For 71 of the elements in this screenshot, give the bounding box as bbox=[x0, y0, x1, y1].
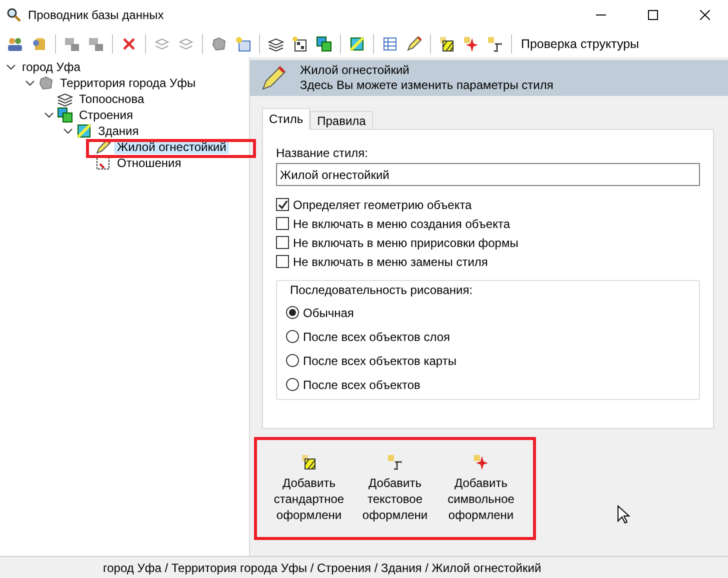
star-icon bbox=[473, 454, 489, 470]
collapse-icon[interactable] bbox=[25, 78, 35, 88]
radio-label: После всех объектов bbox=[303, 378, 420, 392]
layer-icon bbox=[349, 36, 365, 52]
copy-icon bbox=[64, 36, 80, 52]
collapse-icon[interactable] bbox=[63, 126, 73, 136]
window-title: Проводник базы данных bbox=[28, 8, 165, 22]
header-title: Жилой огнестойкий bbox=[300, 63, 410, 78]
status-path: город Уфа / Территория города Уфы / Строения / Здания / Жилой огнестойкий bbox=[103, 560, 542, 574]
text-style-icon bbox=[487, 36, 503, 52]
checkbox[interactable] bbox=[276, 255, 289, 268]
hatch-icon bbox=[301, 454, 317, 470]
radio-button[interactable] bbox=[286, 378, 299, 391]
database-icon bbox=[31, 36, 47, 52]
pencil-icon bbox=[95, 139, 111, 155]
tree-item[interactable]: Отношения bbox=[114, 156, 184, 170]
check-structure-button[interactable]: Проверка структуры bbox=[517, 32, 644, 54]
layer-icon bbox=[76, 123, 92, 139]
radio-label: После всех объектов слоя bbox=[303, 330, 450, 344]
squares-icon bbox=[316, 36, 332, 52]
delete-icon bbox=[121, 36, 137, 52]
checkbox-label: Не включать в меню замены стиля bbox=[293, 254, 488, 268]
layers-icon bbox=[154, 36, 170, 52]
style-name-field[interactable]: Жилой огнестойкий bbox=[276, 163, 700, 186]
radio-button[interactable] bbox=[286, 354, 299, 367]
app-icon bbox=[6, 7, 22, 23]
checkbox[interactable] bbox=[276, 198, 289, 211]
star-icon bbox=[463, 36, 479, 52]
tree-item[interactable]: Строения bbox=[76, 108, 136, 122]
checkbox-label: Не включать в меню создания объекта bbox=[293, 216, 510, 230]
field-label: Название стиля: bbox=[276, 146, 369, 160]
checkbox-label: Определяет геометрию объекта bbox=[293, 198, 472, 212]
pencil-icon bbox=[260, 65, 286, 91]
region-icon bbox=[38, 75, 54, 91]
layers-icon bbox=[178, 36, 194, 52]
shape-icon bbox=[211, 36, 227, 52]
pencil-icon bbox=[406, 36, 422, 52]
group-title: Последовательность рисования: bbox=[290, 283, 474, 297]
add-style-button[interactable]: Добавить стандартное оформлени bbox=[269, 450, 349, 527]
tab[interactable]: Правила bbox=[310, 111, 373, 130]
tree-item[interactable]: Здания bbox=[95, 124, 142, 138]
layers-icon bbox=[268, 36, 284, 52]
tree-item[interactable]: город Уфа bbox=[19, 60, 84, 74]
copy-icon bbox=[88, 36, 104, 52]
users-icon bbox=[7, 36, 23, 52]
checkbox[interactable] bbox=[276, 236, 289, 249]
header-subtitle: Здесь Вы можете изменить параметры стиля bbox=[300, 78, 554, 93]
layer-group-icon bbox=[57, 107, 73, 123]
tab[interactable]: Стиль bbox=[262, 108, 310, 130]
checkbox[interactable] bbox=[276, 217, 289, 230]
radio-button[interactable] bbox=[286, 330, 299, 343]
radio-button[interactable] bbox=[286, 306, 299, 319]
collapse-icon[interactable] bbox=[44, 110, 54, 120]
radio-label: Обычная bbox=[303, 306, 354, 320]
relation-icon bbox=[95, 155, 111, 171]
text-style-icon bbox=[387, 454, 403, 470]
radio-label: После всех объектов карты bbox=[303, 354, 456, 368]
tree-item[interactable]: Топооснова bbox=[76, 92, 148, 106]
collapse-icon[interactable] bbox=[6, 62, 16, 72]
cursor-icon bbox=[617, 505, 631, 525]
table-icon bbox=[235, 36, 251, 52]
add-style-button[interactable]: Добавить символьное оформлени bbox=[441, 450, 521, 527]
hatch-icon bbox=[439, 36, 455, 52]
checkbox-label: Не включать в меню пририсовки формы bbox=[293, 236, 518, 250]
maximize-icon bbox=[648, 10, 658, 20]
add-style-button[interactable]: Добавить текстовое оформлени bbox=[355, 450, 435, 527]
layers-icon bbox=[57, 91, 73, 107]
grid-icon bbox=[292, 36, 308, 52]
tree-item[interactable]: Территория города Уфы bbox=[57, 76, 199, 90]
table-icon bbox=[382, 36, 398, 52]
close-icon bbox=[700, 10, 710, 20]
